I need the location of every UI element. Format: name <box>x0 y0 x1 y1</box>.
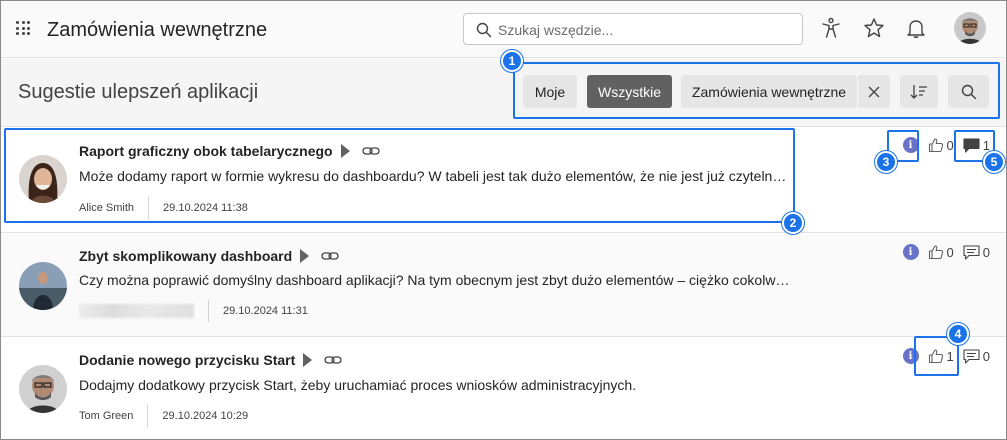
meta-divider <box>147 405 149 427</box>
thumbs-up-icon <box>928 349 943 364</box>
filter-mine-button[interactable]: Moje <box>523 75 577 108</box>
created-date: 29.10.2024 10:29 <box>162 410 249 422</box>
suggestion-actions: i 0 0 <box>902 244 990 260</box>
info-icon[interactable]: i <box>902 137 919 153</box>
bell-icon[interactable] <box>904 16 928 40</box>
play-arrow-icon[interactable] <box>300 249 310 263</box>
user-avatar[interactable] <box>954 12 986 44</box>
star-icon[interactable] <box>862 16 886 40</box>
suggestion-description: Dodajmy dodatkowy przycisk Start, żeby u… <box>79 377 637 393</box>
search-icon <box>476 22 492 38</box>
suggestion-meta: Tom Green 29.10.2024 10:29 <box>79 405 248 427</box>
suggestion-title[interactable]: Zbyt skomplikowany dashboard <box>79 248 339 264</box>
author-name: Tom Green <box>79 410 134 422</box>
meta-divider <box>148 197 150 219</box>
like-count: 0 <box>946 244 954 260</box>
top-bar: Zamówienia wewnętrzne <box>1 1 1006 58</box>
suggestion-meta: Alice Smith 29.10.2024 11:38 <box>79 197 248 219</box>
play-arrow-icon[interactable] <box>303 353 313 367</box>
meta-divider <box>208 300 209 322</box>
thumbs-up-icon <box>928 245 943 260</box>
annotation-badge: 4 <box>947 323 969 345</box>
suggestion-title[interactable]: Raport graficzny obok tabelarycznego <box>79 143 380 159</box>
comments-button[interactable]: 0 <box>963 349 990 364</box>
author-name-redacted <box>79 304 194 318</box>
suggestion-row[interactable]: Dodanie nowego przycisku Start Dodajmy d… <box>1 338 1006 439</box>
avatar <box>19 155 67 203</box>
filter-all-button[interactable]: Wszystkie <box>587 75 672 108</box>
like-count: 0 <box>946 137 954 153</box>
close-icon <box>868 86 880 97</box>
search-input[interactable] <box>498 20 788 40</box>
like-button[interactable]: 0 <box>928 137 954 153</box>
app-filter-label: Zamówienia wewnętrzne <box>691 83 847 100</box>
link-icon[interactable] <box>321 250 339 262</box>
info-icon[interactable]: i <box>902 244 919 260</box>
sort-button[interactable] <box>900 75 938 108</box>
annotation-badge: 5 <box>983 151 1005 173</box>
avatar <box>19 365 67 413</box>
page-header: Sugestie ulepszeń aplikacji Moje Wszystk… <box>1 59 1006 127</box>
suggestion-actions: i 1 0 <box>902 348 990 364</box>
suggestion-description: Czy można poprawić domyślny dashboard ap… <box>79 272 791 288</box>
comments-button[interactable]: 1 <box>963 138 990 153</box>
comment-count: 0 <box>982 348 990 364</box>
search-icon <box>961 84 976 99</box>
app-window: Zamówienia wewnętrzne Szukaj wszędzie...… <box>0 0 1007 440</box>
created-date: 29.10.2024 11:31 <box>223 305 308 317</box>
suggestion-meta: 29.10.2024 11:31 <box>79 300 308 322</box>
comment-icon <box>963 244 980 260</box>
link-icon[interactable] <box>361 145 380 157</box>
suggestion-title[interactable]: Dodanie nowego przycisku Start <box>79 352 342 368</box>
created-date: 29.10.2024 11:38 <box>163 202 248 214</box>
comments-button[interactable]: 0 <box>963 245 990 260</box>
annotation-badge: 1 <box>501 50 523 72</box>
search-button[interactable] <box>948 75 989 108</box>
suggestion-description: Może dodamy raport w formie wykresu do d… <box>79 168 791 184</box>
avatar <box>19 262 67 310</box>
suggestion-title-text: Zbyt skomplikowany dashboard <box>79 248 293 264</box>
app-filter-chip[interactable]: Zamówienia wewnętrzne <box>681 75 857 108</box>
play-arrow-icon[interactable] <box>340 144 350 158</box>
like-button[interactable]: 0 <box>928 244 954 260</box>
like-button[interactable]: 1 <box>928 348 954 364</box>
comment-icon <box>963 348 980 364</box>
comment-count: 1 <box>982 137 990 153</box>
info-icon[interactable]: i <box>902 348 919 364</box>
waffle-icon[interactable] <box>16 21 30 35</box>
comment-icon <box>963 137 980 153</box>
suggestion-row[interactable]: Zbyt skomplikowany dashboard Czy można p… <box>1 234 1006 337</box>
like-count: 1 <box>946 348 954 364</box>
suggestion-row[interactable]: Raport graficzny obok tabelarycznego Moż… <box>1 128 1006 233</box>
global-search[interactable] <box>463 13 803 45</box>
app-title: Zamówienia wewnętrzne <box>47 19 268 41</box>
suggestion-actions: i 0 1 <box>902 137 990 153</box>
link-icon[interactable] <box>324 354 342 366</box>
annotation-badge: 3 <box>875 151 897 173</box>
thumbs-up-icon <box>928 138 943 153</box>
accessibility-icon[interactable] <box>819 16 843 40</box>
author-name: Alice Smith <box>79 202 135 214</box>
comment-count: 0 <box>982 244 990 260</box>
sort-icon <box>910 84 927 99</box>
clear-filter-button[interactable] <box>857 75 890 108</box>
suggestion-title-text: Dodanie nowego przycisku Start <box>79 352 296 368</box>
page-title: Sugestie ulepszeń aplikacji <box>18 81 259 103</box>
annotation-badge: 2 <box>782 212 804 234</box>
suggestion-title-text: Raport graficzny obok tabelarycznego <box>79 143 333 159</box>
